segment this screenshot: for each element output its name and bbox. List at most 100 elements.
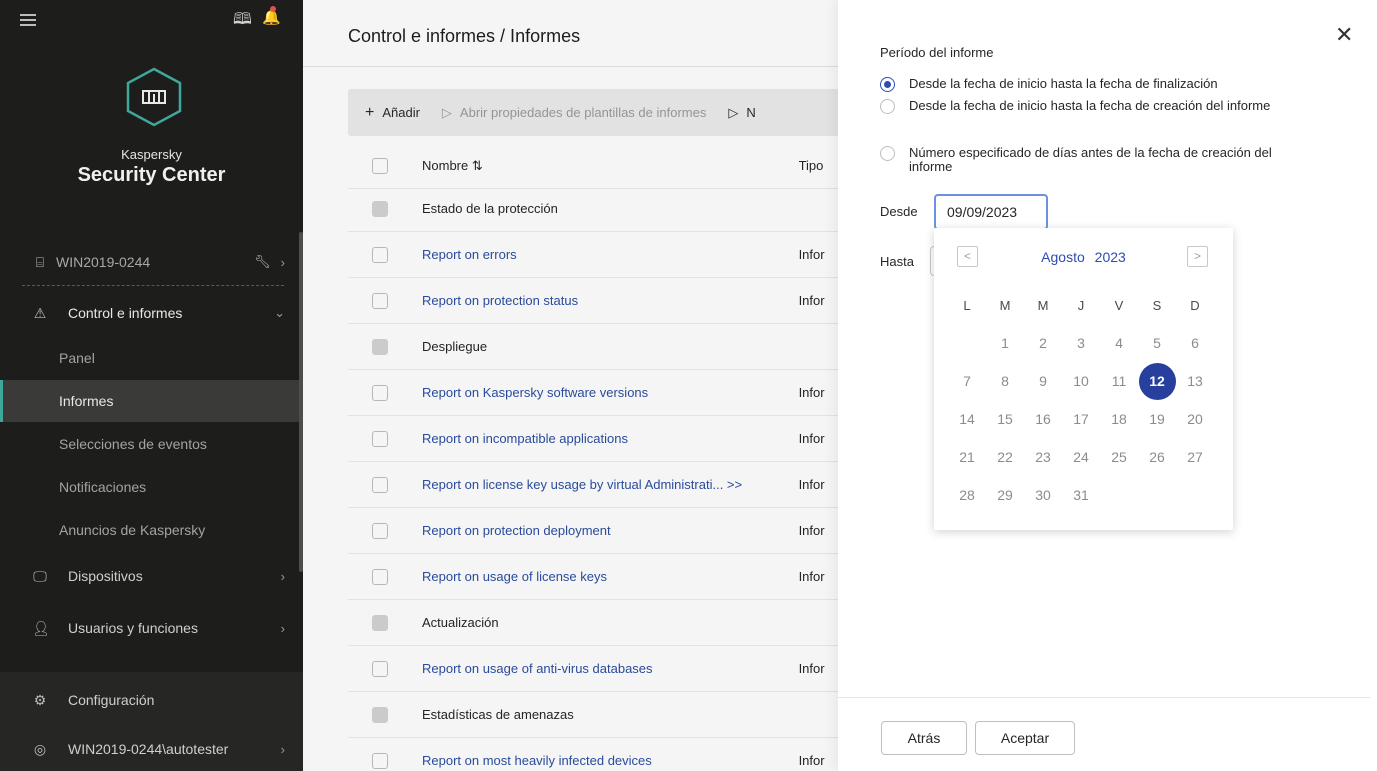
sidebar-item-host[interactable]: ⌸ WIN2019-0244 🔧︎ › <box>0 241 299 283</box>
calendar-week: 28 29 30 31 <box>948 476 1224 514</box>
calendar-week: 14 15 16 17 18 19 20 <box>948 400 1224 438</box>
warning-icon: ⚠︎ <box>33 304 47 321</box>
option-label: Desde la fecha de inicio hasta la fecha … <box>909 76 1218 91</box>
sidebar-item-devices[interactable]: 🖵︎ Dispositivos › <box>0 555 299 597</box>
weekday-label: M <box>999 297 1011 313</box>
calendar-day[interactable]: 25 <box>1100 449 1138 465</box>
selected-day-label: 12 <box>1138 362 1176 400</box>
calendar-day-selected[interactable]: 12 <box>1138 362 1176 400</box>
sidebar-item-reports[interactable]: Informes <box>0 380 299 422</box>
brand-product: Security Center <box>77 164 226 186</box>
divider <box>22 285 284 286</box>
calendar-day[interactable]: 30 <box>1024 487 1062 503</box>
sidebar: 🕮 🔔 Kaspersky Security Center ⌸ WIN2019-… <box>0 0 303 771</box>
calendar-day[interactable]: 27 <box>1176 449 1214 465</box>
date-picker: < Agosto 2023 > L M M J V S D 1 2 3 4 5 6 7 8 9 10 11 12 13… <box>934 228 1233 530</box>
to-label: Hasta <box>880 254 914 269</box>
weekday-label: J <box>1077 297 1085 313</box>
calendar-day[interactable]: 21 <box>948 449 986 465</box>
calendar-day[interactable]: 23 <box>1024 449 1062 465</box>
calendar-day[interactable]: 14 <box>948 411 986 427</box>
sidebar-item-event-selections[interactable]: Selecciones de eventos <box>0 423 299 465</box>
weekday-label: S <box>1152 297 1162 313</box>
book-icon[interactable]: 🕮 <box>233 8 252 35</box>
devices-label: Dispositivos <box>68 568 143 584</box>
chevron-right-icon: › <box>280 568 285 584</box>
calendar-day[interactable]: 1 <box>986 335 1024 351</box>
calendar-day[interactable]: 2 <box>1024 335 1062 351</box>
calendar-day[interactable]: 7 <box>948 373 986 389</box>
option-label: Desde la fecha de inicio hasta la fecha … <box>909 98 1271 113</box>
next-month-button[interactable]: > <box>1187 246 1208 267</box>
calendar-day[interactable]: 26 <box>1138 449 1176 465</box>
sidebar-bottom: ⚙︎ Configuración ◎ WIN2019-0244\autotest… <box>0 672 303 771</box>
radio-unchecked[interactable] <box>880 146 895 161</box>
calendar-grid: L M M J V S D 1 2 3 4 5 6 7 8 9 10 11 12 13 14 15 16 17 18 19 20 21… <box>948 286 1224 514</box>
calendar-week: 7 8 9 10 11 12 13 <box>948 362 1224 400</box>
sidebar-item-announcements[interactable]: Anuncios de Kaspersky <box>0 509 299 551</box>
weekday-label: L <box>963 297 971 313</box>
hamburger-icon[interactable] <box>20 14 36 29</box>
notification-dot <box>270 6 276 12</box>
report-period-panel: ✕ Período del informe Desde la fecha de … <box>838 0 1377 771</box>
sidebar-item-users[interactable]: 👤︎ Usuarios y funciones › <box>0 607 299 649</box>
back-button[interactable]: Atrás <box>881 721 967 755</box>
period-option-days-before[interactable]: Número especificado de días antes de la … <box>880 146 1309 174</box>
chevron-right-icon: › <box>280 620 285 636</box>
period-option-start-creation[interactable]: Desde la fecha de inicio hasta la fecha … <box>880 99 1309 114</box>
calendar-day[interactable]: 31 <box>1062 487 1100 503</box>
close-icon[interactable]: ✕ <box>1335 22 1353 48</box>
calendar-day[interactable]: 17 <box>1062 411 1100 427</box>
calendar-day[interactable]: 19 <box>1138 411 1176 427</box>
sidebar-item-monitoring[interactable]: ⚠︎ Control e informes ⌄ <box>0 292 299 334</box>
calendar-month[interactable]: Agosto <box>1041 249 1085 265</box>
period-option-start-end[interactable]: Desde la fecha de inicio hasta la fecha … <box>880 77 1309 92</box>
calendar-day[interactable]: 18 <box>1100 411 1138 427</box>
calendar-day[interactable]: 29 <box>986 487 1024 503</box>
from-label: Desde <box>880 204 918 219</box>
devices-icon: 🖵︎ <box>33 567 47 584</box>
divider <box>838 697 1370 698</box>
calendar-week: 21 22 23 24 25 26 27 <box>948 438 1224 476</box>
wrench-icon[interactable]: 🔧︎ <box>254 254 271 270</box>
sidebar-item-notifications[interactable]: Notificaciones <box>0 466 299 508</box>
weekday-label: D <box>1190 297 1200 313</box>
calendar-year[interactable]: 2023 <box>1095 249 1126 265</box>
radio-unchecked[interactable] <box>880 99 895 114</box>
kaspersky-logo <box>126 67 182 127</box>
user-icon: 👤︎ <box>32 619 50 636</box>
calendar-day[interactable]: 20 <box>1176 411 1214 427</box>
sidebar-item-panel[interactable]: Panel <box>0 337 299 379</box>
chevron-right-icon: › <box>280 254 285 270</box>
user-label: WIN2019-0244\autotester <box>68 741 229 757</box>
radio-checked[interactable] <box>880 77 895 92</box>
calendar-day[interactable]: 28 <box>948 487 986 503</box>
calendar-week: 123456 <box>948 324 1224 362</box>
gear-icon: ⚙︎ <box>33 691 47 708</box>
calendar-day[interactable]: 9 <box>1024 373 1062 389</box>
calendar-day[interactable]: 3 <box>1062 335 1100 351</box>
calendar-day[interactable]: 13 <box>1176 373 1214 389</box>
calendar-day[interactable]: 15 <box>986 411 1024 427</box>
from-date-input[interactable]: 09/09/2023 <box>934 194 1048 230</box>
calendar-day[interactable]: 24 <box>1062 449 1100 465</box>
modal-overlay[interactable] <box>303 0 838 771</box>
calendar-day[interactable]: 10 <box>1062 373 1100 389</box>
calendar-day[interactable]: 22 <box>986 449 1024 465</box>
user-circle-icon: ◎ <box>33 740 47 757</box>
calendar-day[interactable]: 11 <box>1100 373 1138 389</box>
weekday-label: V <box>1114 297 1124 313</box>
chevron-right-icon: › <box>280 741 285 757</box>
calendar-day[interactable]: 4 <box>1100 335 1138 351</box>
weekday-label: M <box>1037 297 1049 313</box>
calendar-day[interactable]: 5 <box>1138 335 1176 351</box>
calendar-day[interactable]: 6 <box>1176 335 1214 351</box>
accept-button[interactable]: Aceptar <box>975 721 1075 755</box>
sidebar-item-user[interactable]: ◎ WIN2019-0244\autotester › <box>0 728 299 770</box>
sidebar-top: 🕮 🔔 <box>0 0 303 40</box>
brand-company: Kaspersky <box>121 147 182 162</box>
calendar-day[interactable]: 8 <box>986 373 1024 389</box>
option-label: Número especificado de días antes de la … <box>909 145 1272 174</box>
sidebar-item-settings[interactable]: ⚙︎ Configuración <box>0 679 299 721</box>
calendar-day[interactable]: 16 <box>1024 411 1062 427</box>
